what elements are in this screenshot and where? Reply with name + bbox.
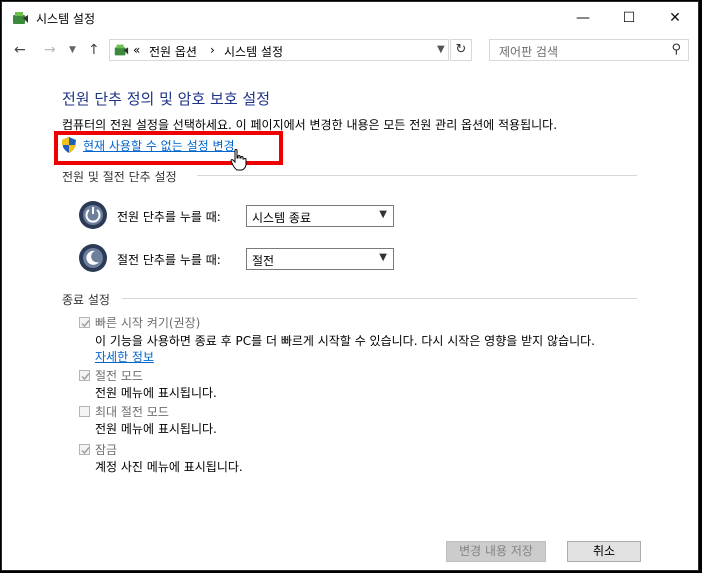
fast-startup-description: 이 기능을 사용하면 종료 후 PC를 더 빠르게 시작할 수 있습니다. 다시… <box>95 334 595 348</box>
address-dropdown-icon[interactable]: ▼ <box>437 44 445 55</box>
sleep-button-action-select[interactable]: 절전 ▼ <box>246 248 394 270</box>
chevron-down-icon: ▼ <box>379 252 387 263</box>
window-title: 시스템 설정 <box>36 12 96 26</box>
section-divider <box>122 298 637 299</box>
back-arrow-icon[interactable]: ← <box>14 42 26 58</box>
power-buttons-section-title: 전원 및 절전 단추 설정 <box>62 170 177 184</box>
sleep-mode-label: 절전 모드 <box>95 369 143 383</box>
forward-arrow-icon[interactable]: → <box>44 42 56 58</box>
page-title: 전원 단추 정의 및 암호 보호 설정 <box>62 90 271 108</box>
navigation-bar: ← → ▼ ↑ « 전원 옵션 › 시스템 설정 ▼ ↻ 제어판 검색 ⚲ <box>2 33 698 67</box>
power-button-icon <box>79 201 107 229</box>
more-info-link[interactable]: 자세한 정보 <box>95 348 154 365</box>
close-button[interactable]: ✕ <box>652 2 698 33</box>
recent-locations-chevron-icon[interactable]: ▼ <box>69 45 76 55</box>
minimize-button[interactable]: — <box>560 2 606 33</box>
chevron-down-icon: ▼ <box>379 209 387 220</box>
sleep-button-label: 절전 단추를 누를 때: <box>117 253 221 267</box>
breadcrumb-overflow[interactable]: « <box>133 43 140 57</box>
shutdown-section-title: 종료 설정 <box>62 293 110 307</box>
maximize-button[interactable]: ☐ <box>606 2 652 33</box>
power-button-label: 전원 단추를 누를 때: <box>117 210 221 224</box>
sleep-button-action-value: 절전 <box>252 254 275 268</box>
cancel-button[interactable]: 취소 <box>567 541 641 562</box>
sleep-mode-checkbox[interactable] <box>79 370 90 381</box>
hibernate-checkbox[interactable] <box>79 406 90 417</box>
save-changes-button[interactable]: 변경 내용 저장 <box>446 541 546 562</box>
sleep-mode-description: 전원 메뉴에 표시됩니다. <box>95 386 217 400</box>
search-box[interactable]: 제어판 검색 ⚲ <box>489 39 689 61</box>
checkmark-icon <box>81 320 90 328</box>
section-divider <box>197 175 637 176</box>
hand-cursor-icon <box>230 149 247 171</box>
lock-description: 계정 사진 메뉴에 표시됩니다. <box>95 460 243 474</box>
lock-checkbox[interactable] <box>79 444 90 455</box>
search-icon[interactable]: ⚲ <box>671 42 681 57</box>
sleep-button-icon <box>79 244 107 272</box>
refresh-button[interactable]: ↻ <box>450 39 472 61</box>
main-content: 전원 단추 정의 및 암호 보호 설정 컴퓨터의 전원 설정을 선택하세요. 이… <box>2 67 698 572</box>
breadcrumb-separator[interactable]: › <box>210 43 215 57</box>
search-placeholder: 제어판 검색 <box>499 45 559 59</box>
power-options-icon <box>114 44 129 56</box>
fast-startup-checkbox[interactable] <box>79 317 90 328</box>
highlight-box <box>54 131 283 165</box>
power-button-action-value: 시스템 종료 <box>252 211 312 225</box>
breadcrumb-power-options[interactable]: 전원 옵션 <box>149 43 197 60</box>
hibernate-label: 최대 절전 모드 <box>95 405 169 419</box>
checkmark-icon <box>81 447 90 455</box>
control-panel-window: 시스템 설정 — ☐ ✕ ← → ▼ ↑ « 전원 옵션 › 시스템 설정 ▼ … <box>1 1 699 571</box>
power-button-action-select[interactable]: 시스템 종료 ▼ <box>246 205 394 227</box>
power-options-icon <box>13 12 28 24</box>
lock-label: 잠금 <box>95 443 118 457</box>
up-arrow-icon[interactable]: ↑ <box>88 42 100 58</box>
checkmark-icon <box>81 373 90 381</box>
fast-startup-label: 빠른 시작 켜기(권장) <box>95 316 201 330</box>
title-bar[interactable]: 시스템 설정 — ☐ ✕ <box>2 2 698 33</box>
address-bar[interactable]: « 전원 옵션 › 시스템 설정 ▼ <box>109 39 449 61</box>
hibernate-description: 전원 메뉴에 표시됩니다. <box>95 422 217 436</box>
breadcrumb-system-settings[interactable]: 시스템 설정 <box>224 43 283 60</box>
